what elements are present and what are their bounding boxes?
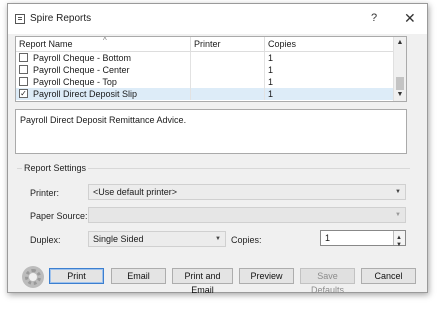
save-defaults-button[interactable]: Save Defaults (300, 268, 355, 295)
printer-cell[interactable] (191, 88, 265, 100)
scroll-down-icon[interactable]: ▼ (394, 89, 406, 101)
copies-cell[interactable]: 1 (265, 76, 396, 88)
dropdown-arrow-icon: ▼ (215, 236, 221, 242)
gear-icon[interactable] (22, 266, 44, 288)
grid-scrollbar[interactable]: ▲ ▼ (393, 37, 406, 101)
dropdown-arrow-icon: ▼ (395, 212, 401, 218)
table-row-selected[interactable]: ✓ Payroll Direct Deposit Slip 1 (16, 88, 396, 100)
help-icon[interactable]: ? (371, 12, 377, 24)
copies-stepper[interactable]: 1 ▲ ▼ (320, 230, 406, 248)
cancel-button[interactable]: Cancel (361, 268, 416, 284)
close-icon[interactable]: ✕ (404, 10, 416, 27)
column-label: Report Name (19, 39, 73, 49)
email-button[interactable]: Email (111, 268, 166, 284)
checkbox-icon[interactable] (19, 65, 28, 74)
checkbox-icon[interactable] (19, 53, 28, 62)
report-window-icon (15, 14, 25, 24)
preview-button[interactable]: Preview (239, 268, 294, 284)
report-settings-heading: Report Settings (22, 163, 89, 173)
dropdown-arrow-icon: ▼ (395, 189, 401, 195)
paper-source-select[interactable]: ▼ (88, 207, 406, 223)
table-row[interactable]: Payroll Cheque - Center 1 (16, 64, 396, 76)
report-name-cell: Payroll Cheque - Center (33, 65, 130, 75)
report-name-cell: Payroll Cheque - Top (33, 77, 117, 87)
printer-label: Printer: (30, 188, 60, 198)
report-description: Payroll Direct Deposit Remittance Advice… (15, 109, 407, 154)
stepper-buttons[interactable]: ▲ ▼ (393, 231, 405, 248)
title-bar: Spire Reports ? ✕ (8, 4, 427, 34)
printer-cell[interactable] (191, 64, 265, 76)
printer-select[interactable]: <Use default printer> ▼ (88, 184, 406, 200)
stepper-down-icon[interactable]: ▼ (396, 238, 402, 252)
copies-cell[interactable]: 1 (265, 52, 396, 64)
printer-cell[interactable] (191, 52, 265, 64)
duplex-select[interactable]: Single Sided ▼ (88, 231, 226, 247)
table-row[interactable]: Payroll Cheque - Bottom 1 (16, 52, 396, 64)
printer-select-value: <Use default printer> (93, 187, 178, 197)
copies-label: Copies: (231, 235, 262, 245)
copies-cell[interactable]: 1 (265, 88, 396, 100)
print-and-email-button[interactable]: Print and Email (172, 268, 233, 295)
table-row[interactable]: Payroll Cheque - Top 1 (16, 76, 396, 88)
sort-ascending-icon: ^ (103, 36, 107, 45)
paper-source-label: Paper Source: (30, 211, 88, 221)
column-header-copies[interactable]: Copies (265, 37, 396, 51)
scroll-up-icon[interactable]: ▲ (394, 37, 406, 49)
print-button[interactable]: Print (49, 268, 104, 284)
report-grid: Report Name ^ Printer Copies Payroll Che… (15, 36, 407, 102)
copies-value: 1 (325, 233, 331, 243)
copies-cell[interactable]: 1 (265, 64, 396, 76)
report-name-cell: Payroll Cheque - Bottom (33, 53, 132, 63)
duplex-select-value: Single Sided (93, 234, 144, 244)
checkbox-checked-icon[interactable]: ✓ (19, 89, 28, 98)
printer-cell[interactable] (191, 76, 265, 88)
column-header-printer[interactable]: Printer (191, 37, 265, 51)
checkbox-icon[interactable] (19, 77, 28, 86)
duplex-label: Duplex: (30, 235, 61, 245)
report-name-cell: Payroll Direct Deposit Slip (33, 89, 138, 99)
grid-header: Report Name ^ Printer Copies (16, 37, 396, 52)
column-header-report-name[interactable]: Report Name ^ (16, 37, 191, 51)
window-title: Spire Reports (30, 13, 92, 24)
